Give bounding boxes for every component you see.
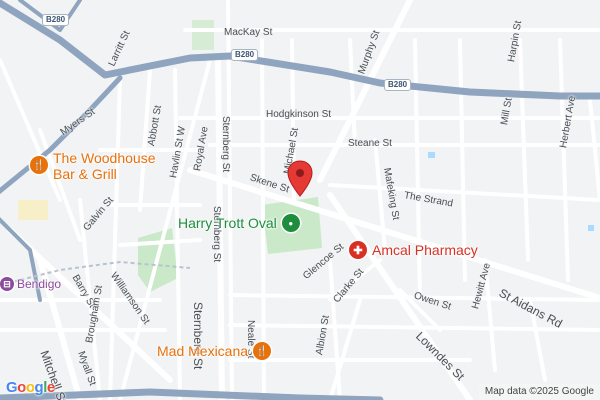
google-logo: Google (6, 379, 55, 396)
map-canvas[interactable]: MacKay St Murphy St Larritt St Myers St … (0, 0, 600, 400)
poi-name-line2: Bar & Grill (53, 166, 117, 182)
poi-name-line1: The Woodhouse (53, 150, 156, 166)
poi-name: Mad Mexicana (157, 343, 249, 359)
street-label-sternberg-st-north: Sternberg St (220, 116, 231, 173)
location-pin-icon[interactable] (287, 160, 313, 198)
poi-the-woodhouse[interactable]: 🍴 The Woodhouse Bar & Grill (30, 150, 155, 182)
park-area-north (192, 20, 214, 50)
restaurant-icon: 🍴 (30, 156, 48, 174)
route-shield-b280-east: B280 (384, 79, 412, 91)
poi-mad-mexicana[interactable]: Mad Mexicana 🍴 (157, 342, 272, 360)
street-label-steane-st: Steane St (348, 138, 392, 149)
poi-harry-trott-oval[interactable]: Harry Trott Oval ● (178, 214, 300, 232)
route-shield-b280-center: B280 (231, 49, 259, 61)
pharmacy-icon: ✚ (349, 241, 367, 259)
poi-amcal-pharmacy[interactable]: ✚ Amcal Pharmacy (349, 241, 478, 259)
park-icon: ● (281, 214, 300, 232)
route-shield-b280-nw: B280 (42, 14, 70, 26)
train-station-icon: ⊟ (0, 277, 14, 291)
street-label-hodgkinson-st: Hodgkinson St (266, 109, 332, 120)
poi-name: Bendigo (17, 277, 62, 291)
restaurant-icon: 🍴 (253, 342, 272, 360)
poi-name: Amcal Pharmacy (372, 242, 478, 258)
map-attribution[interactable]: Map data ©2025 Google (478, 384, 600, 400)
street-label-mackay-st: MacKay St (224, 27, 273, 38)
poi-bendigo-station[interactable]: ⊟ Bendigo (0, 276, 61, 292)
poi-name: Harry Trott Oval (178, 215, 277, 231)
urban-area-block (18, 200, 48, 220)
